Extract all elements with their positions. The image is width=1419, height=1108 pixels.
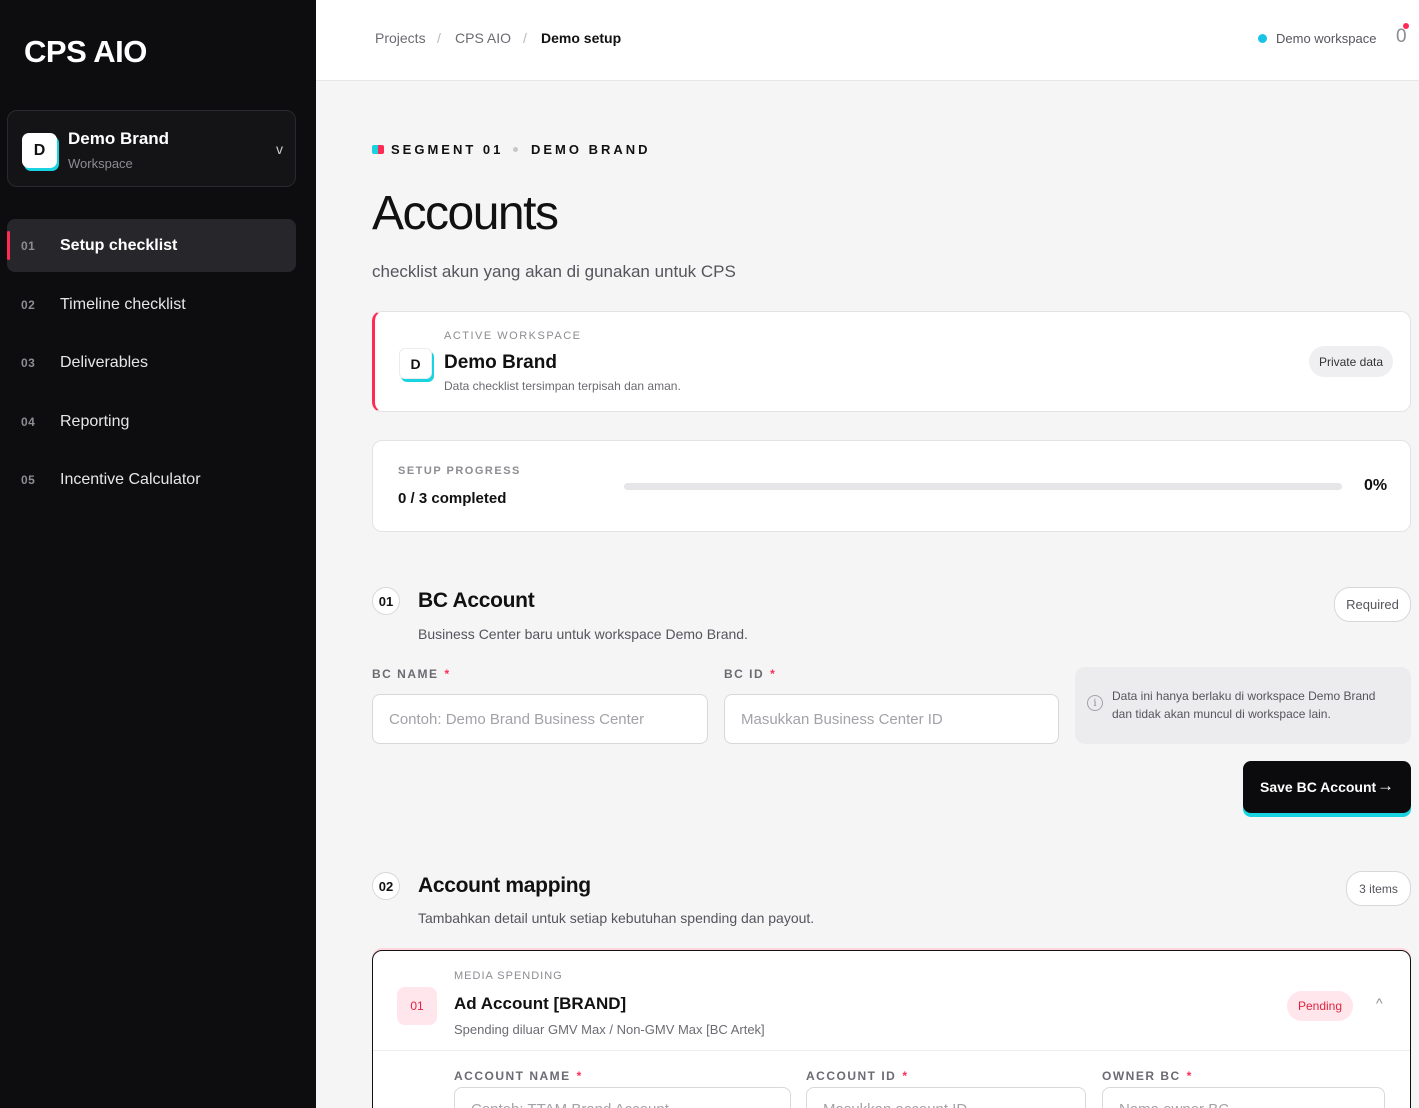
workspace-name: Demo Brand (444, 352, 557, 373)
sidebar-item-timeline-checklist[interactable]: 02 Timeline checklist (7, 278, 296, 331)
active-workspace-card: D ACTIVE WORKSPACE Demo Brand Data check… (372, 311, 1411, 412)
nav-label: Setup checklist (60, 236, 178, 254)
segment-separator-dot (513, 147, 518, 152)
breadcrumb-separator: / (437, 30, 441, 46)
info-text: Data ini hanya berlaku di workspace Demo… (1112, 689, 1376, 721)
info-icon: i (1087, 695, 1103, 711)
workspace-status-dot (1258, 34, 1267, 43)
account-card: 01 MEDIA SPENDING Ad Account [BRAND] Spe… (372, 950, 1411, 1108)
required-mark: * (1186, 1069, 1193, 1083)
label-text: BC NAME (372, 667, 439, 681)
setup-progress-card: SETUP PROGRESS 0 / 3 completed 0% (372, 440, 1411, 532)
sidebar-item-reporting[interactable]: 04 Reporting (7, 395, 296, 448)
divider (373, 1050, 1410, 1051)
workspace-indicator[interactable]: Demo workspace (1276, 31, 1376, 46)
sidebar-item-incentive-calculator[interactable]: 05 Incentive Calculator (7, 453, 296, 506)
segment-marker-icon (372, 145, 384, 154)
workspace-name: Demo Brand (68, 129, 170, 148)
workspace-switcher[interactable]: D Demo Brand Workspace v (7, 110, 296, 187)
nav-label: Timeline checklist (60, 295, 186, 313)
section-description: Business Center baru untuk workspace Dem… (418, 626, 748, 642)
chevron-down-icon: v (276, 141, 283, 157)
account-name-label: ACCOUNT NAME * (454, 1069, 583, 1083)
nav-number: 04 (21, 414, 36, 429)
required-mark: * (902, 1069, 909, 1083)
account-title: Ad Account [BRAND] (454, 994, 627, 1013)
card-kicker: ACTIVE WORKSPACE (444, 330, 582, 342)
section-number: 02 (372, 872, 400, 900)
workspace-avatar: D (22, 133, 57, 168)
workspace-type: Workspace (68, 156, 133, 171)
account-id-label: ACCOUNT ID * (806, 1069, 909, 1083)
page-subtitle: checklist akun yang akan di gunakan untu… (372, 262, 736, 281)
sidebar-item-setup-checklist[interactable]: 01 Setup checklist (7, 219, 296, 272)
workspace-avatar: D (399, 348, 432, 379)
label-text: OWNER BC (1102, 1069, 1181, 1083)
progress-count: 0 / 3 completed (398, 490, 507, 507)
required-badge: Required (1334, 587, 1411, 622)
topbar: Projects / CPS AIO / Demo setup Demo wor… (316, 0, 1419, 81)
bc-id-label: BC ID * (724, 667, 776, 681)
nav-number: 02 (21, 297, 36, 312)
account-name-input[interactable] (454, 1087, 791, 1108)
required-mark: * (576, 1069, 583, 1083)
items-count-badge: 3 items (1346, 871, 1411, 906)
breadcrumb-current: Demo setup (541, 30, 622, 46)
owner-bc-input[interactable] (1102, 1087, 1385, 1108)
breadcrumb-cps-aio[interactable]: CPS AIO (455, 30, 511, 46)
chevron-up-icon[interactable]: ^ (1376, 995, 1383, 1011)
save-bc-account-button[interactable]: Save BC Account → (1243, 761, 1411, 813)
nav-number: 01 (21, 238, 36, 253)
section-description: Tambahkan detail untuk setiap kebutuhan … (418, 910, 815, 926)
notification-icon[interactable]: 0 (1396, 26, 1407, 48)
bc-name-label: BC NAME * (372, 667, 451, 681)
sidebar-item-deliverables[interactable]: 03 Deliverables (7, 336, 296, 389)
section-number: 01 (372, 587, 400, 615)
nav-label: Deliverables (60, 353, 149, 371)
owner-bc-label: OWNER BC * (1102, 1069, 1193, 1083)
page-title: Accounts (372, 187, 559, 240)
account-id-input[interactable] (806, 1087, 1086, 1108)
status-badge: Pending (1287, 991, 1353, 1021)
breadcrumb-projects[interactable]: Projects (375, 30, 426, 46)
required-mark: * (444, 667, 451, 681)
arrow-right-icon: → (1377, 776, 1394, 795)
workspace-info-note: i Data ini hanya berlaku di workspace De… (1075, 667, 1411, 744)
section-title: BC Account (418, 589, 535, 612)
app-logo: CPS AIO (24, 34, 147, 69)
account-description: Spending diluar GMV Max / Non-GMV Max [B… (454, 1022, 765, 1037)
nav-label: Incentive Calculator (60, 470, 201, 488)
notification-badge (1403, 23, 1409, 29)
progress-kicker: SETUP PROGRESS (398, 465, 521, 477)
segment-brand: DEMO BRAND (531, 142, 651, 157)
bc-id-input[interactable] (724, 694, 1059, 744)
button-label: Save BC Account (1260, 779, 1377, 795)
nav-number: 05 (21, 472, 36, 487)
progress-bar (624, 483, 1342, 490)
label-text: BC ID (724, 667, 765, 681)
account-kicker: MEDIA SPENDING (454, 970, 563, 982)
nav-number: 03 (21, 355, 36, 370)
private-data-badge: Private data (1309, 346, 1393, 377)
progress-percent: 0% (1364, 477, 1388, 494)
segment-label: SEGMENT 01 (391, 142, 504, 157)
label-text: ACCOUNT ID (806, 1069, 897, 1083)
sidebar: CPS AIO D Demo Brand Workspace v 01 Setu… (0, 0, 316, 1108)
account-number: 01 (397, 987, 437, 1025)
workspace-description: Data checklist tersimpan terpisah dan am… (444, 379, 681, 393)
section-title: Account mapping (418, 874, 591, 897)
label-text: ACCOUNT NAME (454, 1069, 571, 1083)
bc-name-input[interactable] (372, 694, 708, 744)
nav-label: Reporting (60, 412, 130, 430)
breadcrumb-separator: / (523, 30, 527, 46)
required-mark: * (770, 667, 777, 681)
